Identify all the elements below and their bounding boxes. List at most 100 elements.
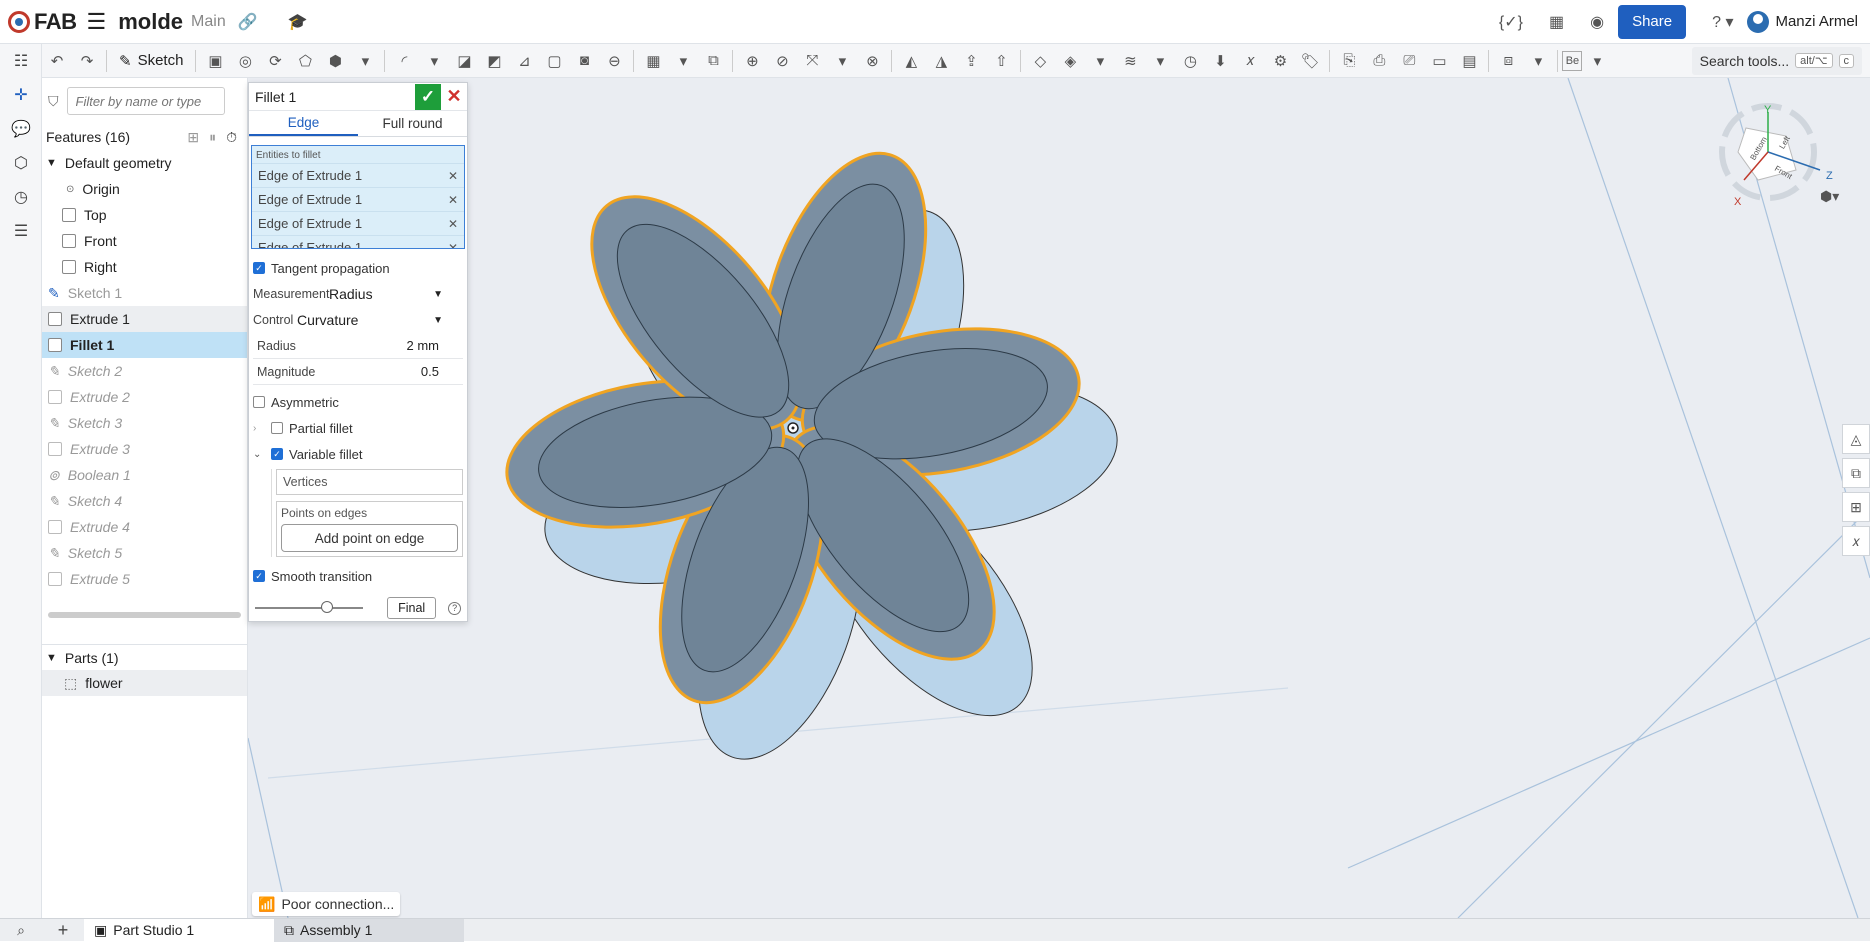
feature-list-icon[interactable]: ☷ bbox=[0, 44, 42, 78]
tree-item-fillet-1[interactable]: Fillet 1 bbox=[42, 332, 247, 358]
apps-icon[interactable]: ▦ bbox=[1549, 12, 1564, 32]
dropdown-icon[interactable]: ▾ bbox=[1523, 47, 1553, 75]
history-icon[interactable]: ◷ bbox=[0, 180, 42, 214]
chevron-down-icon[interactable]: ⌄ bbox=[253, 449, 271, 460]
variable-icon[interactable]: 𝑥 bbox=[1235, 47, 1265, 75]
vertices-field[interactable]: Vertices bbox=[276, 469, 463, 495]
chamfer-icon[interactable]: ◪ bbox=[449, 47, 479, 75]
entity-row[interactable]: Edge of Extrude 1 ✕ bbox=[252, 211, 464, 235]
cylinder-icon[interactable]: ⊖ bbox=[599, 47, 629, 75]
dropdown-icon[interactable]: ▾ bbox=[827, 47, 857, 75]
tree-item-sketch-1[interactable]: ✎ Sketch 1 bbox=[42, 280, 247, 306]
tree-item-extrude-3[interactable]: Extrude 3 bbox=[42, 436, 247, 462]
tree-item-right[interactable]: Right bbox=[42, 254, 247, 280]
mate-connector-icon[interactable]: ◈ bbox=[1055, 47, 1085, 75]
help-icon[interactable]: ? ▾ bbox=[1712, 12, 1733, 32]
remove-icon[interactable]: ✕ bbox=[448, 217, 458, 231]
tree-item-front[interactable]: Front bbox=[42, 228, 247, 254]
tree-item-top[interactable]: Top bbox=[42, 202, 247, 228]
properties-icon[interactable]: ☰ bbox=[0, 214, 42, 248]
measure-icon[interactable]: ◷ bbox=[1175, 47, 1205, 75]
radius-field[interactable]: Radius 2 mm bbox=[253, 333, 463, 359]
poor-connection-indicator[interactable]: 📶 Poor connection... bbox=[252, 892, 401, 916]
modify-face-icon[interactable]: ◭ bbox=[896, 47, 926, 75]
tree-item-extrude-5[interactable]: Extrude 5 bbox=[42, 566, 247, 592]
hem-icon[interactable]: ⎚ bbox=[1394, 47, 1424, 75]
add-tab-icon[interactable]: + bbox=[42, 920, 84, 941]
mass-properties-icon[interactable]: ⊞ bbox=[1842, 492, 1870, 522]
tab-edge[interactable]: Edge bbox=[249, 111, 358, 136]
slider-handle[interactable] bbox=[320, 601, 333, 613]
fillet-icon[interactable]: ◜ bbox=[389, 47, 419, 75]
magnitude-value[interactable]: 0.5 bbox=[421, 364, 439, 379]
radius-value[interactable]: 2 mm bbox=[407, 338, 440, 353]
chevron-down-icon[interactable]: ▼ bbox=[46, 652, 57, 664]
rib-icon[interactable]: ⊿ bbox=[509, 47, 539, 75]
tree-item-origin[interactable]: ⊙ Origin bbox=[42, 176, 247, 202]
delete-face-icon[interactable]: ◮ bbox=[926, 47, 956, 75]
remove-icon[interactable]: ✕ bbox=[448, 241, 458, 249]
tree-item-sketch-4[interactable]: ✎ Sketch 4 bbox=[42, 488, 247, 514]
feature-filter-input[interactable] bbox=[66, 87, 225, 115]
tree-item-extrude-1[interactable]: Extrude 1 bbox=[42, 306, 247, 332]
view-mode-icon[interactable]: ⬢▾ bbox=[1820, 188, 1839, 205]
measurement-select[interactable]: Radius ▼ bbox=[329, 286, 463, 302]
accept-button[interactable]: ✓ bbox=[415, 83, 441, 110]
appearance-icon[interactable]: ◬ bbox=[1842, 424, 1870, 454]
parts-header[interactable]: ▼ Parts (1) bbox=[42, 644, 247, 670]
tree-item-sketch-5[interactable]: ✎ Sketch 5 bbox=[42, 540, 247, 566]
tab-full-round[interactable]: Full round bbox=[358, 111, 467, 136]
menu-icon[interactable]: ☰ bbox=[87, 9, 107, 35]
final-button[interactable]: Final bbox=[387, 597, 437, 619]
pattern-icon[interactable]: ▦ bbox=[638, 47, 668, 75]
variable-table-icon[interactable]: 𝑥 bbox=[1842, 526, 1870, 556]
replace-face-icon[interactable]: ⇧ bbox=[986, 47, 1016, 75]
asymmetric-option[interactable]: Asymmetric bbox=[249, 389, 467, 415]
pause-icon[interactable]: ⏸ bbox=[209, 129, 216, 146]
globe-icon[interactable]: ◉ bbox=[1590, 12, 1604, 32]
chevron-right-icon[interactable]: › bbox=[253, 423, 271, 434]
brand-logo[interactable]: FAB bbox=[8, 9, 77, 35]
add-folder-icon[interactable]: ⊞ bbox=[187, 129, 199, 146]
move-face-icon[interactable]: ⇪ bbox=[956, 47, 986, 75]
preview-slider[interactable] bbox=[255, 601, 364, 613]
entity-row[interactable]: Edge of Extrude 1 ✕ bbox=[252, 187, 464, 211]
flange-icon[interactable]: ⎙ bbox=[1364, 47, 1394, 75]
tree-item-sketch-2[interactable]: ✎ Sketch 2 bbox=[42, 358, 247, 384]
split-icon[interactable]: ⊘ bbox=[767, 47, 797, 75]
configurations-icon[interactable]: ⧉ bbox=[1842, 458, 1870, 488]
branch-name[interactable]: Main bbox=[191, 13, 226, 31]
parts-icon[interactable]: ⬡ bbox=[0, 146, 42, 180]
tab-assembly-1[interactable]: ⧉ Assembly 1 bbox=[274, 918, 464, 942]
undo-icon[interactable]: ↶ bbox=[42, 47, 72, 75]
chevron-down-icon[interactable]: ▼ bbox=[46, 157, 57, 169]
user-menu[interactable]: Manzi Armel bbox=[1747, 10, 1858, 33]
dropdown-icon[interactable]: ▾ bbox=[350, 47, 380, 75]
remove-icon[interactable]: ✕ bbox=[448, 193, 458, 207]
composite-icon[interactable]: ⚙ bbox=[1265, 47, 1295, 75]
partial-fillet-option[interactable]: › Partial fillet bbox=[249, 415, 467, 441]
dropdown-icon[interactable]: ▾ bbox=[1145, 47, 1175, 75]
help-icon[interactable]: ? bbox=[448, 601, 461, 615]
share-button[interactable]: Share bbox=[1618, 4, 1687, 39]
variables-icon[interactable]: {✓} bbox=[1499, 12, 1523, 32]
loft-icon[interactable]: ⬠ bbox=[290, 47, 320, 75]
variable-fillet-option[interactable]: ⌄ ✓ Variable fillet bbox=[249, 441, 467, 467]
search-tools[interactable]: Search tools... alt/⌥ c bbox=[1691, 46, 1862, 75]
magnitude-field[interactable]: Magnitude 0.5 bbox=[253, 359, 463, 385]
delete-part-icon[interactable]: ⊗ bbox=[857, 47, 887, 75]
extrude-icon[interactable]: ▣ bbox=[200, 47, 230, 75]
tree-item-extrude-2[interactable]: Extrude 2 bbox=[42, 384, 247, 410]
tree-item-extrude-4[interactable]: Extrude 4 bbox=[42, 514, 247, 540]
cancel-button[interactable]: ✕ bbox=[441, 84, 467, 110]
tag-icon[interactable]: 🏷 bbox=[1295, 47, 1325, 75]
mirror-icon[interactable]: ⧉ bbox=[698, 47, 728, 75]
boolean-icon[interactable]: ⊕ bbox=[737, 47, 767, 75]
link-icon[interactable]: 🔗 bbox=[238, 12, 258, 32]
part-item-flower[interactable]: ⬚ flower bbox=[42, 670, 247, 696]
hole-icon[interactable]: ◙ bbox=[569, 47, 599, 75]
table-icon[interactable]: ▤ bbox=[1454, 47, 1484, 75]
import-icon[interactable]: ⬇ bbox=[1205, 47, 1235, 75]
feature-search-icon[interactable]: ⌕ bbox=[0, 922, 42, 939]
asymmetric-checkbox[interactable] bbox=[253, 396, 265, 408]
